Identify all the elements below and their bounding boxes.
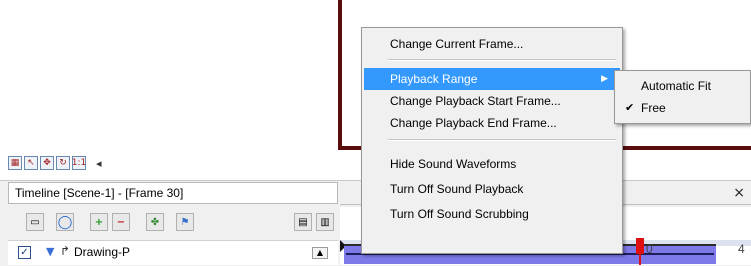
scroll-up-icon[interactable]: ▲ [312,247,328,259]
menu-item-label: Playback Range [390,72,478,86]
grid-icon[interactable]: ▦ [8,156,22,170]
close-icon[interactable]: × [733,185,745,201]
menu-item-label: Change Current Frame... [390,37,524,51]
onion-skin-icon[interactable]: ◯ [56,213,74,231]
menu-item-change-start-frame[interactable]: Change Playback Start Frame... [364,90,620,112]
scroll-left-icon[interactable]: ◂ [96,157,102,170]
menu-item-sound-scrubbing[interactable]: Turn Off Sound Scrubbing [364,203,620,225]
expand-icon[interactable]: ▼ [46,245,54,258]
layer-name[interactable]: Drawing-P [74,245,130,259]
check-icon: ✔ [625,101,635,114]
transform-icon[interactable]: ✥ [40,156,54,170]
select-icon[interactable]: ↖ [24,156,38,170]
menu-separator [388,59,616,61]
stage-border [338,0,342,150]
one-to-one-icon[interactable]: 1:1 [72,156,86,170]
menu-item-label: Change Playback End Frame... [390,116,557,130]
context-menu: Change Current Frame... Playback Range ▶ … [361,27,623,254]
submenu-item-label: Automatic Fit [641,79,712,93]
ruler-tick-label: 0 [646,242,653,256]
submenu-item-label: Free [641,101,666,115]
menu-item-label: Change Playback Start Frame... [390,94,561,108]
menu-item-label: Hide Sound Waveforms [390,157,517,171]
layer-properties-icon[interactable]: ⚑ [176,213,194,231]
add-peg-icon[interactable]: ✤ [146,213,164,231]
menu-item-playback-range[interactable]: Playback Range ▶ [364,68,620,90]
menu-item-hide-waveforms[interactable]: Hide Sound Waveforms [364,153,620,175]
submenu-arrow-icon: ▶ [601,74,608,84]
playhead-line [639,252,641,265]
view-toolbar: ▦ ↖ ✥ ↻ 1:1 ◂ [8,153,102,173]
add-layer-icon[interactable]: + [90,213,108,231]
submenu-item-free[interactable]: ✔ Free [617,97,747,119]
playback-range-submenu: Automatic Fit ✔ Free [614,70,751,124]
timeline-menu-icon[interactable]: ▥ [316,213,334,231]
remove-layer-icon[interactable]: − [112,213,130,231]
sheet-icon[interactable]: ▤ [294,213,312,231]
menu-item-change-current-frame[interactable]: Change Current Frame... [364,33,620,55]
sound-icon[interactable]: ▭ [26,213,44,231]
submenu-item-automatic-fit[interactable]: Automatic Fit [617,75,747,97]
drawing-layer-icon: ↱ [60,244,71,258]
layer-row[interactable] [8,240,338,265]
menu-item-label: Turn Off Sound Scrubbing [390,207,529,221]
timeline-title: Timeline [Scene-1] - [Frame 30] [8,182,338,204]
menu-item-sound-playback[interactable]: Turn Off Sound Playback [364,178,620,200]
timeline-toolbar: ▭ ◯ + − ✤ ⚑ ▤ ▥ [8,207,338,237]
menu-separator [388,139,616,141]
menu-item-label: Turn Off Sound Playback [390,182,524,196]
ruler-tick-label: 4 [738,242,745,256]
menu-item-change-end-frame[interactable]: Change Playback End Frame... [364,112,620,134]
layer-enable-checkbox[interactable]: ✓ [18,246,31,259]
rotate-icon[interactable]: ↻ [56,156,70,170]
